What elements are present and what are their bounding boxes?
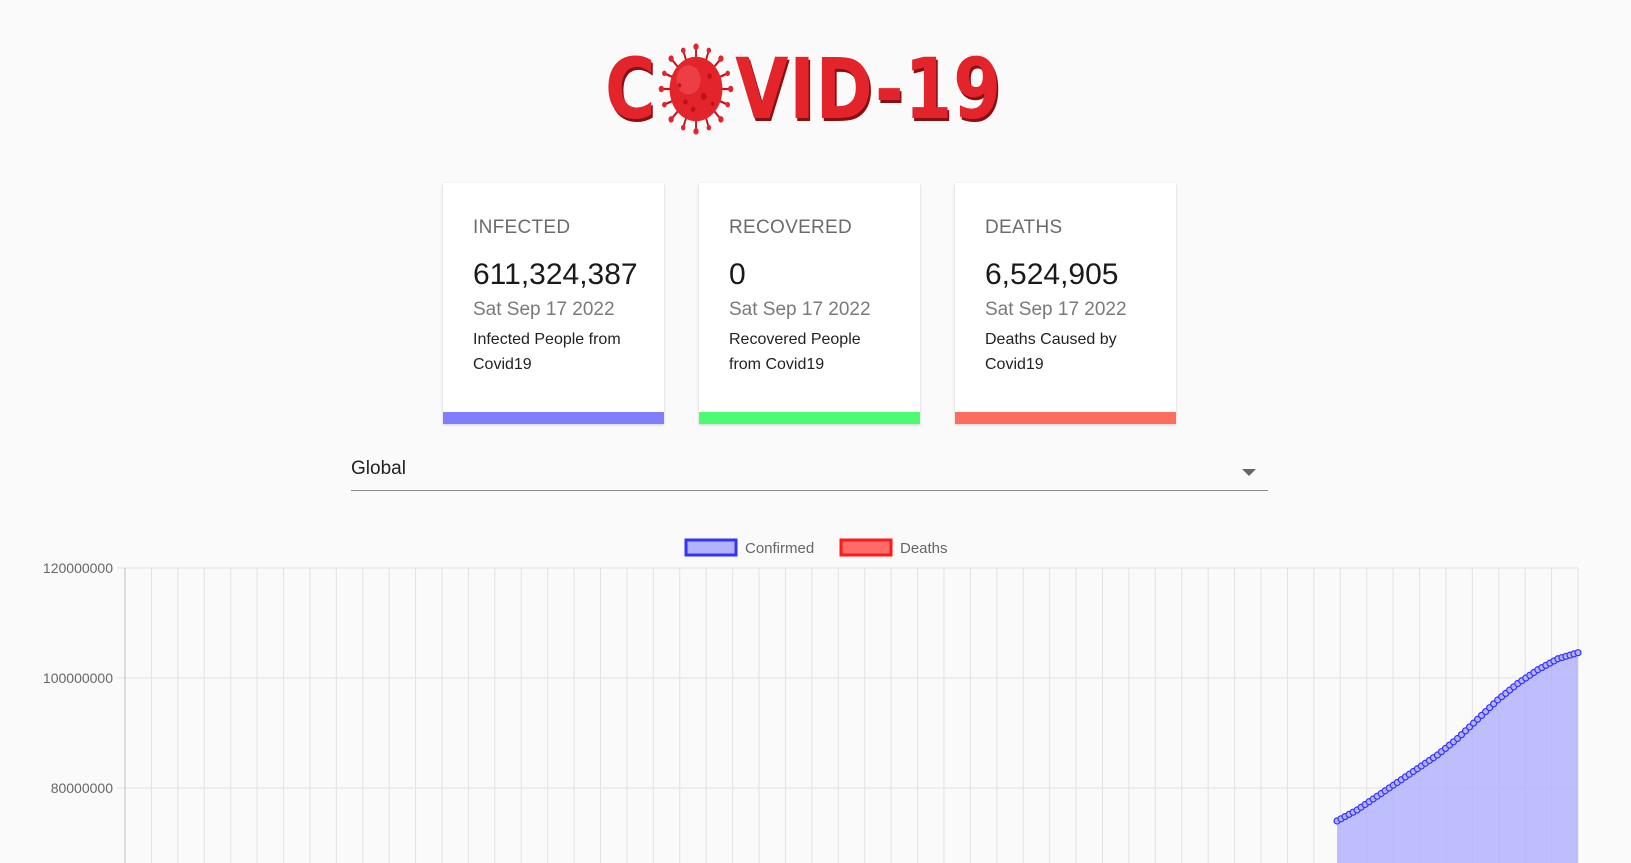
card-color-bar: [955, 412, 1176, 424]
card-description: Deaths Caused by Covid19: [985, 331, 1117, 373]
cases-line-chart: Confirmed Deaths 120000000 100000000 800000…: [43, 538, 1582, 863]
y-tick-label: 120000000: [43, 560, 113, 576]
card-color-bar: [443, 412, 664, 424]
card-value: 611,324,387: [473, 258, 638, 291]
infected-card: INFECTED 611,324,387 Sat Sep 17 2022 Inf…: [443, 183, 664, 424]
card-date: Sat Sep 17 2022: [729, 299, 871, 320]
chart-legend: Confirmed Deaths: [684, 538, 948, 557]
card-title: DEATHS: [985, 217, 1063, 238]
logo-text-right: VID-19: [735, 40, 1002, 138]
legend-swatch-deaths: [839, 538, 893, 557]
virus-icon: [658, 42, 734, 136]
card-value: 0: [729, 258, 746, 291]
card-title: RECOVERED: [729, 217, 853, 238]
legend-label-confirmed: Confirmed: [745, 540, 814, 557]
confirmed-area: [1337, 652, 1578, 863]
card-description: Recovered People from Covid19: [729, 331, 861, 373]
country-select[interactable]: Global: [351, 452, 1268, 491]
card-date: Sat Sep 17 2022: [985, 299, 1127, 320]
covid-19-logo: C VID-19: [605, 42, 1089, 136]
y-tick-label: 80000000: [51, 780, 114, 796]
dropdown-arrow-icon[interactable]: [1242, 469, 1256, 476]
confirmed-point: [1574, 649, 1582, 657]
logo-text-left: C: [605, 40, 657, 138]
y-tick-label: 100000000: [43, 670, 113, 686]
legend-swatch-confirmed: [684, 538, 738, 557]
legend-label-deaths: Deaths: [900, 540, 948, 557]
card-title: INFECTED: [473, 217, 571, 238]
recovered-card: RECOVERED 0 Sat Sep 17 2022 Recovered Pe…: [699, 183, 920, 424]
card-color-bar: [699, 412, 920, 424]
deaths-card: DEATHS 6,524,905 Sat Sep 17 2022 Deaths …: [955, 183, 1176, 424]
card-description: Infected People from Covid19: [473, 331, 621, 373]
country-select-value: Global: [351, 458, 406, 479]
plot-area: [1333, 649, 1582, 863]
y-axis: 120000000 100000000 80000000: [43, 560, 126, 863]
card-date: Sat Sep 17 2022: [473, 299, 615, 320]
card-value: 6,524,905: [985, 258, 1119, 291]
